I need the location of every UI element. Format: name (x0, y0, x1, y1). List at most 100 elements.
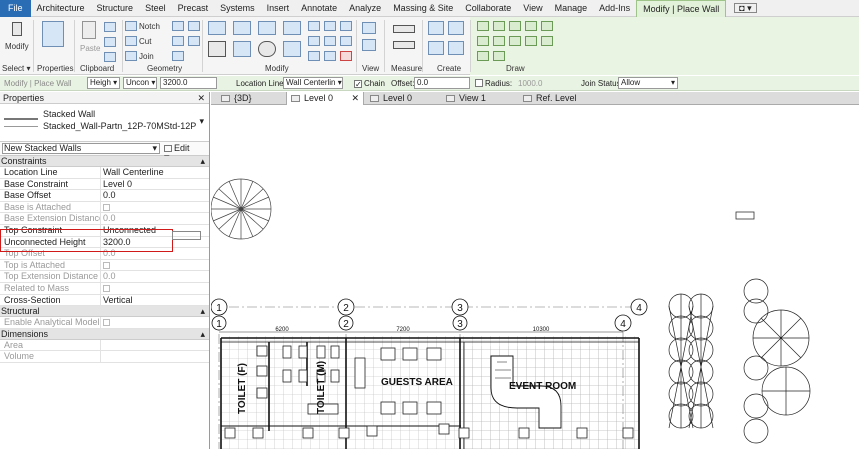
circumscribed-polygon-icon[interactable] (525, 21, 537, 31)
instance-filter-select[interactable]: New Stacked Walls ▾ (2, 143, 160, 154)
category-constraints[interactable]: Constraints ▴ (0, 156, 209, 167)
collapse-icon[interactable]: ▴ (200, 329, 205, 340)
join-icon[interactable] (125, 51, 137, 61)
pin-icon[interactable] (324, 51, 336, 61)
chain-checkbox[interactable]: Chain (354, 78, 385, 89)
tab-insert[interactable]: Insert (261, 0, 296, 17)
move-icon[interactable] (208, 41, 226, 57)
tab-ref-level[interactable]: Ref. Level (519, 92, 577, 105)
array-icon[interactable] (308, 36, 320, 46)
join-button[interactable]: Join (139, 52, 154, 61)
pick-faces-icon[interactable] (493, 51, 505, 61)
tab-view[interactable]: View (517, 0, 548, 17)
tab-architecture[interactable]: Architecture (31, 0, 91, 17)
radius-checkbox[interactable]: Radius: (475, 78, 512, 89)
polygon-icon[interactable] (509, 21, 521, 31)
location-line-select[interactable]: Wall Centerlin ▾ (283, 77, 343, 89)
copy-element-icon[interactable] (233, 41, 251, 57)
measure-icon[interactable] (393, 25, 415, 33)
property-value[interactable]: Vertical (100, 294, 200, 307)
category-structural[interactable]: Structural ▴ (0, 306, 209, 318)
trim-single-icon[interactable] (324, 36, 336, 46)
tab-manage[interactable]: Manage (549, 0, 594, 17)
circle-icon[interactable] (541, 21, 553, 31)
panel-select[interactable]: Select ▾ (2, 64, 30, 73)
property-value[interactable]: Level 0 (100, 178, 200, 191)
line-icon[interactable] (477, 21, 489, 31)
copy-icon[interactable] (104, 22, 116, 32)
paste-icon[interactable] (82, 21, 96, 39)
collapse-icon[interactable]: ▴ (200, 156, 205, 167)
dimension-icon[interactable] (393, 41, 415, 49)
match-type-icon[interactable] (104, 52, 116, 62)
tab-3d[interactable]: {3D} (217, 92, 252, 105)
ellipse-icon[interactable] (541, 36, 553, 46)
tab-steel[interactable]: Steel (139, 0, 172, 17)
cut-icon-small[interactable] (104, 37, 116, 47)
create-group-icon[interactable] (448, 21, 464, 35)
contextual-toggle-icon[interactable]: ◘ ▾ (734, 3, 757, 13)
chevron-down-icon[interactable]: ▾ (199, 116, 204, 127)
property-value[interactable]: Wall Centerline (100, 167, 200, 179)
top-constraint-dropdown-edge[interactable] (172, 231, 201, 240)
height-input[interactable]: 3200.0 (160, 77, 217, 89)
tab-level-0-active[interactable]: Level 0 ✕ (286, 92, 364, 105)
modify-button[interactable]: Modify (5, 42, 29, 51)
rotate-icon[interactable] (258, 41, 276, 57)
tab-structure[interactable]: Structure (91, 0, 140, 17)
tab-collaborate[interactable]: Collaborate (459, 0, 517, 17)
tab-systems[interactable]: Systems (214, 0, 261, 17)
property-value[interactable]: 0.0 (100, 190, 200, 202)
category-dimensions[interactable]: Dimensions ▴ (0, 328, 209, 340)
similar-icon[interactable] (448, 41, 464, 55)
file-menu[interactable]: File (0, 0, 31, 17)
start-end-arc-icon[interactable] (477, 36, 489, 46)
tangent-arc-icon[interactable] (509, 36, 521, 46)
top-constraint-select[interactable]: Uncon ▾ (123, 77, 157, 89)
offset-icon[interactable] (233, 21, 251, 35)
scale-icon[interactable] (308, 51, 320, 61)
trim-extend-icon[interactable] (283, 41, 301, 57)
cope-icon[interactable] (188, 36, 200, 46)
create-part-icon[interactable] (428, 21, 444, 35)
split-face-icon[interactable] (172, 36, 184, 46)
tab-level-0-ceiling[interactable]: Level 0 (366, 92, 412, 105)
trim-multiple-icon[interactable] (340, 21, 352, 31)
rectangle-icon[interactable] (493, 21, 505, 31)
modify-cursor-icon[interactable] (12, 22, 22, 36)
type-selector[interactable]: Stacked Wall Stacked_Wall-Partn_12P-70MS… (0, 104, 209, 142)
tab-massing-site[interactable]: Massing & Site (387, 0, 459, 17)
offset-input[interactable]: 0.0 (414, 77, 470, 89)
notch-icon[interactable] (125, 21, 137, 31)
join-status-select[interactable]: Allow ▾ (618, 77, 678, 89)
align-icon[interactable] (208, 21, 226, 35)
unpin-icon[interactable] (340, 36, 352, 46)
create-assembly-icon[interactable] (428, 41, 444, 55)
cut-button[interactable]: Cut (139, 37, 151, 46)
center-ends-arc-icon[interactable] (493, 36, 505, 46)
fillet-arc-icon[interactable] (525, 36, 537, 46)
tab-analyze[interactable]: Analyze (343, 0, 387, 17)
tab-modify-place-wall[interactable]: Modify | Place Wall (636, 0, 727, 17)
paste-button[interactable]: Paste (80, 44, 100, 53)
delete-icon[interactable] (340, 51, 352, 61)
radius-input[interactable]: 1000.0 (518, 78, 542, 89)
pick-lines-icon[interactable] (477, 51, 489, 61)
tab-add-ins[interactable]: Add-Ins (593, 0, 636, 17)
cut-geometry-icon[interactable] (125, 36, 137, 46)
notch-button[interactable]: Notch (139, 22, 160, 31)
height-mode-select[interactable]: Heigh ▾ (87, 77, 120, 89)
tab-view-1[interactable]: View 1 (442, 92, 486, 105)
split-icon[interactable] (308, 21, 320, 31)
collapse-icon[interactable]: ▴ (200, 306, 205, 317)
properties-icon[interactable] (42, 21, 64, 47)
wall-joins-icon[interactable] (172, 21, 184, 31)
drawing-canvas[interactable]: 1 1 2 2 3 3 4 4 6200 7200 10300 TOILET (… (211, 106, 859, 449)
view-visibility-icon[interactable] (362, 22, 376, 34)
tab-precast[interactable]: Precast (172, 0, 215, 17)
mirror-pick-axis-icon[interactable] (258, 21, 276, 35)
paint-icon[interactable] (172, 51, 184, 61)
split-gap-icon[interactable] (324, 21, 336, 31)
override-graphics-icon[interactable] (362, 39, 376, 51)
mirror-draw-axis-icon[interactable] (283, 21, 301, 35)
